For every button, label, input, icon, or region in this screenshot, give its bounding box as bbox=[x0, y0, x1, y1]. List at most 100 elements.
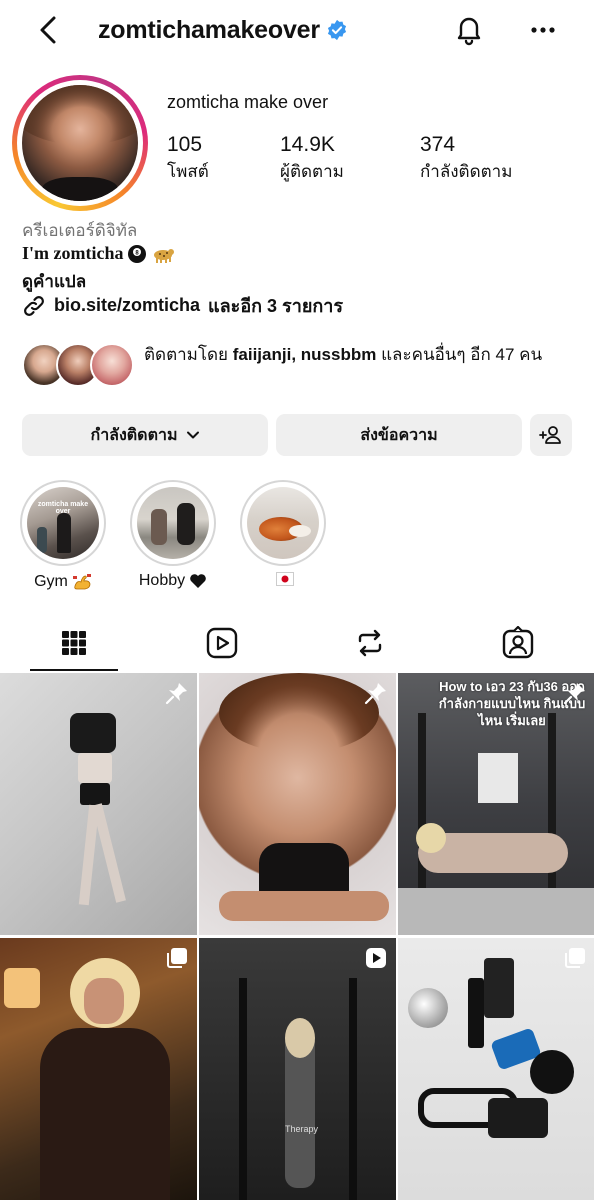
post-thumbnail[interactable] bbox=[398, 938, 594, 1200]
following-button-label: กำลังติดตาม bbox=[90, 426, 178, 444]
link-icon bbox=[24, 295, 44, 316]
post-clothing-shape bbox=[259, 843, 349, 893]
followers-count: 14.9K bbox=[280, 133, 335, 156]
highlight-figure-shape bbox=[37, 527, 47, 553]
post-figure-hair-shape bbox=[285, 1018, 315, 1058]
post-thumbnail[interactable] bbox=[0, 673, 197, 935]
mutual-avatar bbox=[90, 343, 134, 387]
display-name: zomticha make over bbox=[167, 92, 329, 112]
post-camera-shape bbox=[488, 1098, 548, 1138]
active-tab-indicator bbox=[30, 669, 118, 671]
username-title: zomtichamakeover bbox=[98, 14, 348, 46]
username: zomtichamakeover bbox=[98, 15, 320, 44]
pinned-icon bbox=[563, 683, 585, 705]
post-clothing-shape bbox=[40, 1028, 170, 1200]
avatar-clothing-shape bbox=[42, 177, 118, 201]
bell-icon[interactable] bbox=[452, 13, 486, 47]
highlight-ring bbox=[240, 480, 326, 566]
highlight-hobby[interactable]: Hobby bbox=[130, 480, 216, 590]
highlight-cover bbox=[137, 487, 209, 559]
following-button[interactable]: กำลังติดตาม bbox=[22, 414, 268, 456]
highlight-figure-shape bbox=[57, 513, 71, 553]
followed-by-text[interactable]: ติดตามโดย faiijanji, nussbbm และคนอื่นๆ … bbox=[144, 343, 564, 367]
more-horizontal-icon[interactable] bbox=[528, 15, 558, 45]
profile-category: ครีเอเตอร์ดิจิทัล bbox=[22, 221, 138, 240]
bio-link-more[interactable]: และอีก 3 รายการ bbox=[208, 291, 343, 320]
post-thumbnail[interactable]: Therapy bbox=[199, 938, 396, 1200]
highlight-japan[interactable] bbox=[240, 480, 326, 586]
post-figure-shape bbox=[70, 713, 116, 753]
followers-stat[interactable]: 14.9K ผู้ติดตาม bbox=[280, 133, 344, 185]
leopard-icon bbox=[154, 248, 175, 263]
grid-icon[interactable] bbox=[57, 626, 91, 660]
bio-link[interactable]: bio.site/zomticha และอีก 3 รายการ bbox=[22, 291, 343, 320]
eight-ball-icon: 8 bbox=[128, 244, 147, 263]
bio-name: I'm zomticha bbox=[22, 243, 124, 263]
highlight-gym[interactable]: zomticha make over Gym bbox=[20, 480, 106, 592]
post-ball-shape bbox=[408, 988, 448, 1028]
pinned-icon bbox=[165, 683, 187, 705]
posts-grid: How to เอว 23 กับ36 ออกกำลังกายแบบไหน กิ… bbox=[0, 673, 594, 1200]
carousel-icon bbox=[167, 948, 187, 968]
highlight-cover: zomticha make over bbox=[27, 487, 99, 559]
mutual-followers-avatars[interactable] bbox=[22, 343, 134, 389]
followed-by-prefix: ติดตามโดย bbox=[144, 345, 229, 364]
posts-stat[interactable]: 105 โพสต์ bbox=[167, 133, 209, 185]
reels-icon[interactable] bbox=[205, 626, 239, 660]
avatar-border bbox=[17, 80, 143, 206]
post-figure-shape bbox=[92, 803, 126, 903]
highlight-label: Hobby bbox=[130, 572, 216, 590]
post-figure-shape bbox=[80, 783, 110, 805]
highlight-fox-tail-shape bbox=[289, 525, 311, 537]
posts-count: 105 bbox=[167, 133, 203, 156]
profile-content-tabs bbox=[0, 620, 594, 672]
post-arm-shape bbox=[219, 891, 389, 921]
verified-badge-icon bbox=[327, 19, 346, 41]
pinned-icon bbox=[364, 683, 386, 705]
post-floor-shape bbox=[398, 888, 594, 935]
flexed-biceps-icon bbox=[72, 574, 91, 590]
followed-by-names: faiijanji, nussbbm bbox=[232, 345, 377, 364]
chevron-down-icon bbox=[186, 431, 199, 439]
profile-avatar-story-ring[interactable] bbox=[12, 75, 148, 211]
post-figure-hair-shape bbox=[416, 823, 446, 853]
reel-play-icon bbox=[366, 948, 386, 968]
followed-by-suffix: และคนอื่นๆ อีก 47 คน bbox=[381, 345, 543, 364]
post-gym-rack-shape bbox=[548, 713, 556, 913]
post-gym-rack-shape bbox=[418, 713, 426, 913]
post-bottle-shape bbox=[468, 978, 484, 1048]
highlight-figure-shape bbox=[151, 509, 167, 545]
posts-label: โพสต์ bbox=[167, 162, 209, 181]
post-gym-rack-shape bbox=[349, 978, 357, 1200]
highlight-ring bbox=[130, 480, 216, 566]
post-poster-shape bbox=[478, 753, 518, 803]
highlight-cover bbox=[247, 487, 319, 559]
following-label: กำลังติดตาม bbox=[420, 162, 513, 181]
post-lamp-shape bbox=[4, 968, 40, 1008]
highlight-label-text: Gym bbox=[34, 573, 68, 590]
message-button[interactable]: ส่งข้อความ bbox=[276, 414, 522, 456]
post-figure-shape bbox=[78, 753, 112, 783]
post-compact-shape bbox=[530, 1050, 574, 1094]
post-face-shape bbox=[84, 978, 124, 1024]
bio-link-url[interactable]: bio.site/zomticha bbox=[54, 295, 200, 316]
black-heart-icon bbox=[190, 574, 206, 588]
suggest-people-button[interactable] bbox=[530, 414, 572, 456]
post-hair-shape bbox=[219, 673, 379, 753]
post-thumbnail[interactable] bbox=[0, 938, 197, 1200]
highlight-label-text: Hobby bbox=[138, 572, 186, 589]
post-overlay-text: Therapy bbox=[285, 1124, 319, 1134]
post-thumbnail[interactable]: How to เอว 23 กับ36 ออกกำลังกายแบบไหน กิ… bbox=[398, 673, 594, 935]
chevron-left-icon[interactable] bbox=[34, 14, 66, 46]
message-button-label: ส่งข้อความ bbox=[360, 426, 438, 444]
post-thumbnail[interactable] bbox=[199, 673, 396, 935]
bio-text: I'm zomticha 8 bbox=[22, 243, 175, 264]
highlight-label: Gym bbox=[20, 572, 106, 592]
following-count: 374 bbox=[420, 133, 456, 156]
highlight-label bbox=[240, 572, 326, 586]
tagged-icon[interactable] bbox=[501, 626, 535, 660]
avatar bbox=[22, 85, 138, 201]
repost-icon[interactable] bbox=[353, 626, 387, 660]
following-stat[interactable]: 374 กำลังติดตาม bbox=[420, 133, 512, 185]
followers-label: ผู้ติดตาม bbox=[280, 162, 344, 181]
